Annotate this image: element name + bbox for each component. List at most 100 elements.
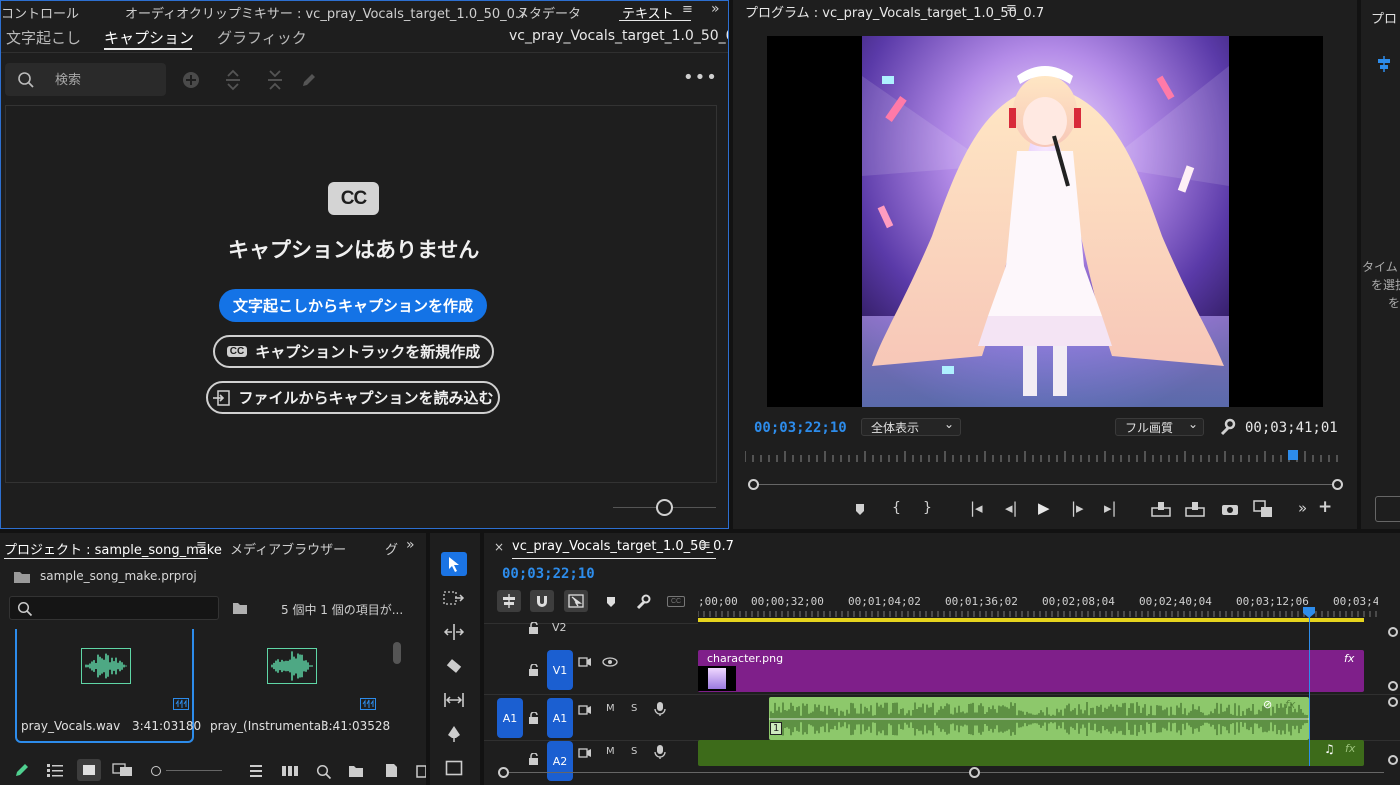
- new-caption-track-button[interactable]: CC キャプショントラックを新規作成: [213, 335, 494, 368]
- video-canvas[interactable]: [767, 36, 1323, 407]
- overflow-tabs-icon[interactable]: »: [711, 1, 720, 17]
- sort-icon[interactable]: [249, 764, 263, 778]
- align-icon[interactable]: [1375, 55, 1393, 73]
- pencil-icon[interactable]: [14, 762, 30, 778]
- zoom-bar-left-handle[interactable]: [748, 479, 759, 490]
- video-clip[interactable]: character.png fx: [698, 650, 1364, 692]
- solo-track-button[interactable]: S: [631, 746, 637, 757]
- project-item[interactable]: pray_(Instrumental... 3:41:03528: [203, 629, 390, 743]
- monitor-time-ruler[interactable]: [745, 446, 1345, 466]
- lock-open-icon[interactable]: [528, 753, 540, 765]
- play-icon[interactable]: ▶: [1038, 499, 1050, 517]
- more-buttons-icon[interactable]: »: [1298, 499, 1307, 517]
- audio-clip-vocals[interactable]: 1 ⊘ fx: [769, 697, 1309, 740]
- tab-metadata[interactable]: メタデータ: [516, 3, 581, 22]
- automate-to-sequence-icon[interactable]: [281, 764, 299, 778]
- ripple-edit-tool[interactable]: [441, 620, 467, 644]
- lock-open-icon[interactable]: [528, 664, 540, 676]
- icon-view-button[interactable]: [77, 759, 101, 781]
- eye-icon[interactable]: [602, 657, 618, 667]
- tab-overflow-partial[interactable]: グ: [385, 539, 398, 558]
- pencil-icon[interactable]: [300, 71, 318, 89]
- slip-tool[interactable]: [441, 688, 467, 712]
- extract-icon[interactable]: [1185, 501, 1205, 517]
- clear-icon[interactable]: [416, 763, 426, 778]
- tab-media-browser[interactable]: メディアブラウザー: [230, 539, 346, 558]
- project-scrollbar[interactable]: [393, 642, 401, 664]
- add-caption-icon[interactable]: [181, 70, 201, 90]
- wrench-icon[interactable]: [635, 594, 651, 610]
- button-editor-icon[interactable]: +: [1318, 497, 1332, 517]
- go-to-out-icon[interactable]: ▸|: [1104, 499, 1117, 517]
- timeline-timecode[interactable]: 00;03;22;10: [502, 566, 595, 582]
- panel-menu-icon[interactable]: ≡: [700, 538, 711, 553]
- toggle-sync-lock-icon[interactable]: [578, 657, 592, 667]
- microphone-icon[interactable]: [654, 701, 666, 717]
- lift-icon[interactable]: [1151, 501, 1171, 517]
- step-forward-icon[interactable]: |▸: [1071, 499, 1084, 517]
- track-target-a2[interactable]: A2: [547, 741, 573, 781]
- add-marker-icon[interactable]: [605, 595, 617, 609]
- rectangle-tool[interactable]: [441, 756, 467, 780]
- v-scroll-handle[interactable]: [1388, 627, 1398, 637]
- monitor-zoom-bar[interactable]: [753, 484, 1337, 485]
- create-from-transcript-button[interactable]: 文字起こしからキャプションを作成: [219, 289, 487, 322]
- new-search-bin-icon[interactable]: [232, 601, 248, 615]
- captions-icon[interactable]: CC: [667, 596, 685, 607]
- comparison-view-icon[interactable]: [1253, 500, 1273, 518]
- playhead[interactable]: [1309, 611, 1310, 766]
- overflow-tabs-icon[interactable]: »: [406, 537, 415, 553]
- list-view-icon[interactable]: [46, 763, 64, 777]
- pen-tool[interactable]: [441, 722, 467, 746]
- track-target-v1[interactable]: V1: [547, 650, 573, 690]
- panel-menu-icon[interactable]: ≡: [682, 2, 693, 17]
- solo-track-button[interactable]: S: [631, 703, 637, 714]
- tab-effect-controls[interactable]: コントロール: [1, 3, 79, 22]
- zoom-bar-left-handle[interactable]: [498, 767, 509, 778]
- current-timecode[interactable]: 00;03;22;10: [754, 420, 847, 436]
- subtab-captions[interactable]: キャプション: [104, 27, 194, 48]
- mark-in-icon[interactable]: {: [892, 500, 901, 516]
- toggle-sync-lock-icon[interactable]: [578, 705, 592, 715]
- track-target-a1[interactable]: A1: [547, 698, 573, 738]
- v-scroll-handle[interactable]: [1388, 681, 1398, 691]
- thumbnail-size-slider[interactable]: [166, 770, 222, 771]
- zoom-slider-handle[interactable]: [656, 499, 673, 516]
- tab-audio-clip-mixer[interactable]: オーディオクリップミキサー : vc_pray_Vocals_target_1.…: [125, 3, 527, 22]
- step-back-icon[interactable]: ◂|: [1005, 499, 1018, 517]
- playback-resolution-select[interactable]: フル画質 ⌄: [1115, 417, 1204, 436]
- timeline-zoom-bar[interactable]: [504, 772, 1384, 773]
- new-item-icon[interactable]: [384, 763, 398, 778]
- source-patch-a1[interactable]: A1: [497, 698, 523, 738]
- more-options-icon[interactable]: •••: [683, 67, 718, 88]
- razor-tool[interactable]: [441, 654, 467, 678]
- v-scroll-handle[interactable]: [1388, 755, 1398, 765]
- selection-tool[interactable]: [441, 552, 467, 576]
- linked-selection-button[interactable]: [564, 590, 588, 612]
- timeline-ruler[interactable]: ;00;00 00;00;32;00 00;01;04;02 00;01;36;02 0…: [698, 591, 1378, 625]
- lock-open-icon[interactable]: [528, 622, 540, 634]
- mark-out-icon[interactable]: }: [923, 500, 932, 516]
- new-bin-icon[interactable]: [348, 764, 364, 778]
- thumbnail-size-handle[interactable]: [151, 766, 161, 776]
- search-input[interactable]: 検索: [5, 63, 166, 96]
- close-tab-icon[interactable]: ×: [494, 540, 504, 554]
- pen-tool-button[interactable]: [1375, 496, 1400, 522]
- nest-toggle-button[interactable]: [497, 590, 521, 612]
- subtab-transcript[interactable]: 文字起こし: [6, 27, 81, 48]
- snap-button[interactable]: [530, 590, 554, 612]
- add-marker-icon[interactable]: [853, 502, 867, 516]
- wrench-icon[interactable]: [1218, 418, 1236, 436]
- tab-project[interactable]: プロジェクト : sample_song_make: [4, 539, 222, 558]
- import-caption-file-button[interactable]: ファイルからキャプションを読み込む: [206, 381, 500, 414]
- track-select-tool[interactable]: [441, 586, 467, 610]
- lock-open-icon[interactable]: [528, 712, 540, 724]
- microphone-icon[interactable]: [654, 744, 666, 760]
- v-scroll-handle[interactable]: [1388, 697, 1398, 707]
- mute-track-button[interactable]: M: [606, 703, 615, 714]
- merge-caption-icon[interactable]: [265, 69, 285, 91]
- find-icon[interactable]: [316, 764, 332, 780]
- panel-menu-icon[interactable]: ≡: [196, 538, 207, 553]
- zoom-bar-mid-handle[interactable]: [969, 767, 980, 778]
- zoom-level-select[interactable]: 全体表示 ⌄: [861, 417, 961, 436]
